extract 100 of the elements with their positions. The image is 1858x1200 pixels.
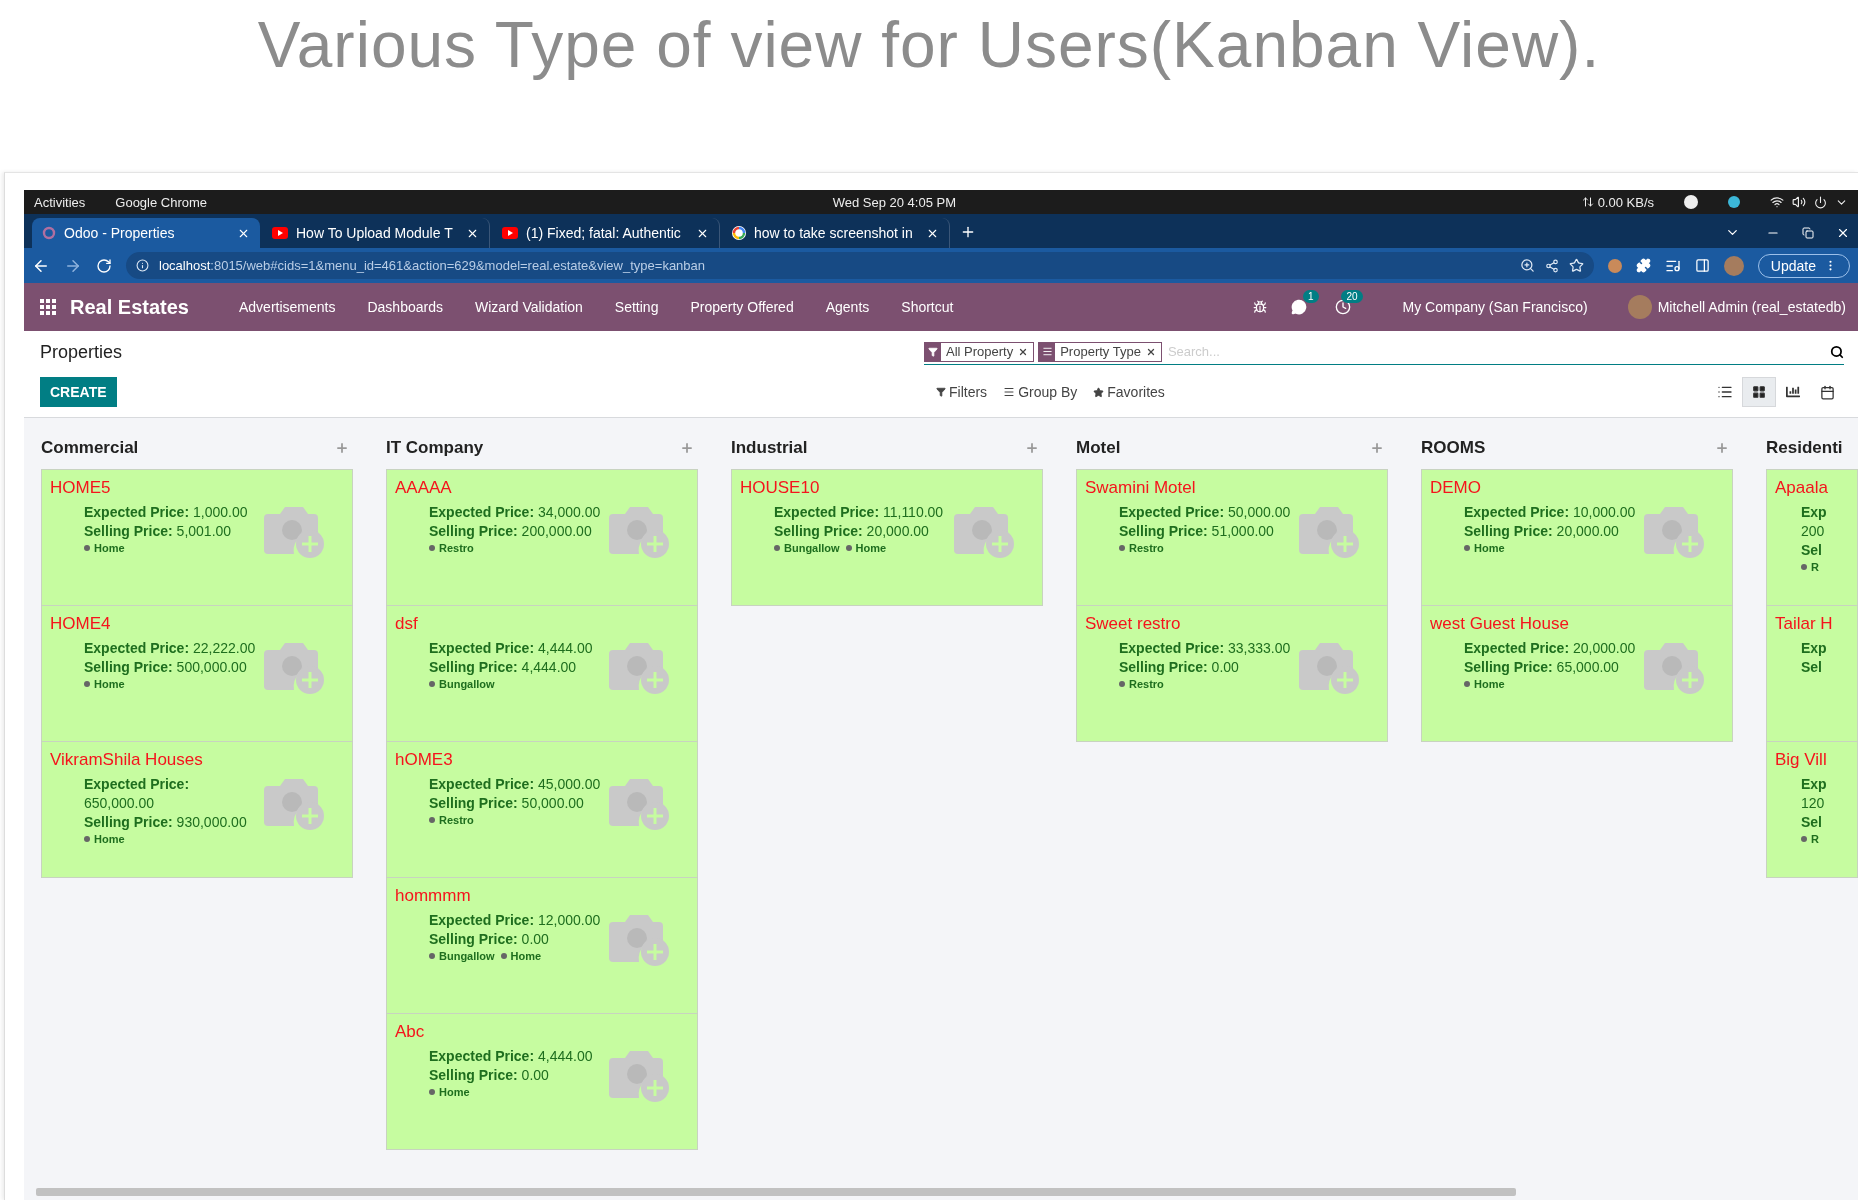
property-card[interactable]: HOUSE10 Expected Price: 11,110.00 Selling Price: 20,000.00 Bungallow Home (731, 469, 1043, 606)
wifi-icon[interactable] (1770, 195, 1784, 209)
new-tab-icon[interactable] (960, 224, 976, 240)
kanban-view-button[interactable] (1742, 377, 1776, 407)
address-bar[interactable]: localhost:8015/web#cids=1&menu_id=461&action=629&model=real.estate&view_type=kanban (126, 252, 1594, 279)
nav-menu-item[interactable]: Dashboards (351, 299, 459, 315)
expected-price-value: 120 (1801, 795, 1826, 811)
column-title: ROOMS (1421, 438, 1486, 458)
property-card[interactable]: Sweet restro Expected Price: 33,333.00 Selling Price: 0.00 Restro (1076, 605, 1388, 742)
expected-price: Expected Price: 12,000.00 (429, 912, 602, 928)
expected-price: Expected Price: 33,333.00 (1119, 640, 1292, 656)
clock-icon[interactable] (1334, 299, 1351, 315)
expected-price: Expected Price: 1,000.00 (84, 504, 249, 520)
property-card[interactable]: HOME5 Expected Price: 1,000.00 Selling Price: 5,001.00 Home (41, 469, 353, 606)
grid-icon (1752, 385, 1766, 399)
property-card[interactable]: dsf Expected Price: 4,444.00 Selling Price: 4,444.00 Bungallow (386, 605, 698, 742)
app-grid-icon[interactable] (40, 299, 56, 315)
add-icon[interactable] (335, 441, 349, 455)
search-option-button[interactable]: Favorites (1091, 384, 1167, 400)
search-option-button[interactable]: Group By (1001, 384, 1080, 400)
nav-menu-item[interactable]: Setting (598, 299, 675, 315)
create-button[interactable]: CREATE (40, 377, 117, 407)
chat-icon[interactable] (1290, 299, 1307, 315)
property-tag: Restro (1119, 678, 1164, 690)
nav-menu-item[interactable]: Property Offered (674, 299, 810, 315)
expected-price: Expected Price: 22,222.00 (84, 640, 257, 656)
property-name: Big Vill (1775, 750, 1828, 770)
search-option-button[interactable]: Filters (934, 384, 990, 400)
activities-label[interactable]: Activities (34, 194, 86, 210)
expected-price-label: Exp (1801, 504, 1828, 520)
side-panel-icon[interactable] (1694, 258, 1710, 273)
property-card[interactable]: hOME3 Expected Price: 45,000.00 Selling Price: 50,000.00 Restro (386, 741, 698, 878)
property-name: Abc (395, 1022, 426, 1042)
share-icon[interactable] (1544, 258, 1559, 273)
column-title: Residenti (1766, 438, 1843, 458)
remove-icon[interactable] (1018, 346, 1029, 357)
horizontal-scrollbar[interactable] (24, 1184, 1858, 1200)
clock-text[interactable]: Wed Sep 20 4:05 PM (832, 194, 957, 210)
nav-menu-item[interactable]: Agents (809, 299, 886, 315)
nav-menu-item[interactable]: Shortcut (885, 299, 970, 315)
list-icon (1717, 384, 1733, 400)
property-card[interactable]: hommmm Expected Price: 12,000.00 Selling Price: 0.00 Bungallow Home (386, 877, 698, 1014)
property-name: Sweet restro (1085, 614, 1182, 634)
user-menu[interactable]: Mitchell Admin (real_estatedb) (1651, 299, 1846, 315)
property-card[interactable]: Tailar H Exp Sel (1766, 605, 1858, 742)
expected-price: Expected Price: 4,444.00 (429, 1048, 594, 1064)
message-count: 1 (1302, 290, 1319, 303)
property-card[interactable]: west Guest House Expected Price: 20,000.00 Selling Price: 65,000.00 Home (1421, 605, 1733, 742)
reload-icon[interactable] (96, 257, 112, 274)
app-brand[interactable]: Real Estates (70, 295, 189, 319)
tray-app-icon[interactable] (1684, 195, 1698, 209)
ring-icon (42, 226, 56, 240)
property-card[interactable]: Swamini Motel Expected Price: 50,000.00 Selling Price: 51,000.00 Restro (1076, 469, 1388, 606)
bookmark-star-icon[interactable] (1568, 258, 1584, 273)
property-tag: Home (500, 950, 542, 962)
selling-price: Selling Price: 200,000.00 (429, 523, 593, 539)
property-tag: Restro (429, 542, 474, 554)
close-icon[interactable] (1836, 226, 1850, 240)
property-card[interactable]: Apaala Exp 200 Sel R (1766, 469, 1858, 606)
column-title: Commercial (41, 438, 139, 458)
column-title: Industrial (731, 438, 808, 458)
add-icon[interactable] (1715, 441, 1729, 455)
activity-count: 20 (1341, 290, 1363, 303)
selling-price: Selling Price: 5,001.00 (84, 523, 233, 539)
property-card[interactable]: AAAAA Expected Price: 34,000.00 Selling Price: 200,000.00 Restro (386, 469, 698, 606)
browser-tab[interactable]: Odoo - Properties (32, 218, 260, 248)
restore-icon[interactable] (1802, 227, 1814, 239)
property-card[interactable]: Abc Expected Price: 4,444.00 Selling Price: 0.00 Home (386, 1013, 698, 1150)
property-tag: Restro (1119, 542, 1164, 554)
info-icon[interactable] (136, 259, 149, 272)
zoom-icon[interactable] (1519, 258, 1535, 273)
property-tag: Home (84, 542, 125, 554)
search-facet[interactable]: Property Type (1038, 341, 1162, 362)
play-icon (272, 227, 288, 239)
extensions-icon[interactable] (1635, 258, 1651, 273)
nav-menu-item[interactable]: Advertisements (222, 299, 352, 315)
power-icon[interactable] (1814, 195, 1827, 209)
property-tag: R (1801, 561, 1819, 573)
selling-price: Selling Price: 20,000.00 (774, 523, 930, 539)
property-name: Apaala (1775, 478, 1829, 498)
bug-icon[interactable] (1252, 300, 1267, 314)
search-icon[interactable] (1830, 344, 1844, 359)
app-menu-label[interactable]: Google Chrome (115, 194, 208, 210)
expected-price: Expected Price: 11,110.00 (774, 504, 945, 520)
add-icon[interactable] (680, 441, 694, 455)
tray-app-icon[interactable] (1728, 196, 1740, 208)
property-card[interactable]: Big Vill Exp 120 Sel R (1766, 741, 1858, 878)
property-card[interactable]: DEMO Expected Price: 10,000.00 Selling Price: 20,000.00 Home (1421, 469, 1733, 606)
property-card[interactable]: HOME4 Expected Price: 22,222.00 Selling Price: 500,000.00 Home (41, 605, 353, 742)
volume-icon[interactable] (1792, 195, 1806, 209)
nav-menu-item[interactable]: Wizard Validation (458, 299, 599, 315)
selling-price: Selling Price: 0.00 (429, 931, 550, 947)
add-icon[interactable] (1370, 441, 1384, 455)
company-switcher[interactable]: My Company (San Francisco) (1386, 299, 1604, 315)
filter-icon (925, 342, 941, 361)
expected-price: Expected Price: 20,000.00 (1464, 640, 1637, 656)
add-icon[interactable] (1025, 441, 1039, 455)
property-card[interactable]: VikramShila Houses Expected Price: 650,000.00 Selling Price: 930,000.00 Home (41, 741, 353, 878)
remove-icon[interactable] (1145, 346, 1156, 357)
search-facet[interactable]: All Property (924, 341, 1035, 362)
